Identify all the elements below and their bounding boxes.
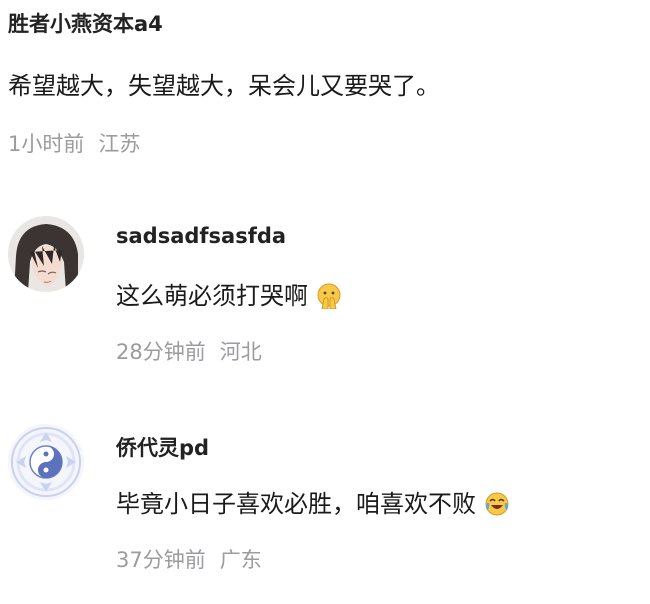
comment-location: 江苏 [98,132,141,156]
reply-time: 28分钟前 [116,340,206,364]
reply-location: 河北 [219,340,262,364]
reply-author[interactable]: 侨代灵pd [116,432,209,462]
avatar[interactable] [8,216,84,292]
tears-of-joy-emoji-icon [484,491,510,517]
avatar[interactable] [8,424,84,500]
reply-text-content: 毕竟小日子喜欢必胜，咱喜欢不败 [116,490,476,518]
comment-text: 希望越大，失望越大，呆会儿又要哭了。 [8,72,440,100]
comment-time: 1小时前 [8,132,85,156]
comment-meta: 1小时前 江苏 [8,128,140,158]
reply-author[interactable]: sadsadfsasfda [116,224,286,248]
reply-text: 毕竟小日子喜欢必胜，咱喜欢不败 [116,484,510,519]
yin-yang-avatar-icon [8,424,84,500]
reply-text-content: 这么萌必须打哭啊 [116,282,308,310]
anime-character-avatar-icon [8,216,84,292]
reply-text: 这么萌必须打哭啊 [116,276,342,311]
reply-item: sadsadfsasfda 这么萌必须打哭啊 28分钟前 河北 [8,216,638,396]
reply-meta: 37分钟前 广东 [116,544,262,574]
reply-location: 广东 [219,548,262,572]
pleading-hands-emoji-icon [316,283,342,309]
reply-item: 侨代灵pd 毕竟小日子喜欢必胜，咱喜欢不败 37分钟前 广东 [8,424,638,604]
reply-time: 37分钟前 [116,548,206,572]
reply-meta: 28分钟前 河北 [116,336,262,366]
comment-author[interactable]: 胜者小燕资本a4 [8,8,163,38]
